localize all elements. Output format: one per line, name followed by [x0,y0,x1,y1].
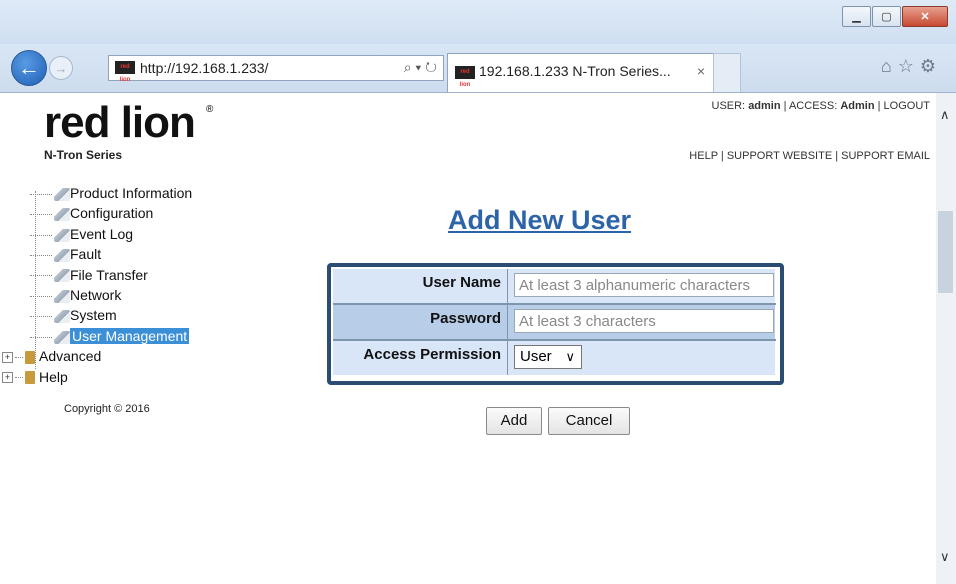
add-button[interactable]: Add [486,407,542,435]
address-bar[interactable]: red lion http://192.168.1.233/ ⌕ ▾ ↻ [108,55,444,83]
nav-item-event-log[interactable]: Event Log [30,224,192,244]
window-controls: ▁ ▢ ✕ [841,6,948,27]
nav-item-label: Advanced [39,348,102,365]
logo-subtitle: N-Tron Series [44,148,123,162]
address-url[interactable]: http://192.168.1.233/ [140,60,268,76]
logout-link[interactable]: LOGOUT [884,100,930,112]
page-icon [54,248,70,262]
chevron-down-icon: ∨ [565,349,575,364]
password-row: Password [333,305,775,339]
separator: | [783,100,787,112]
nav-item-help[interactable]: + Help [2,367,192,387]
nav-item-label: File Transfer [70,266,148,283]
redlion-logo[interactable]: red lion ® N-Tron Series [44,98,234,168]
separator: | [877,100,881,112]
tab-title: 192.168.1.233 N-Tron Series... [479,63,671,79]
copyright: Copyright © 2016 [64,403,150,415]
nav-item-file-transfer[interactable]: File Transfer [30,265,192,285]
separator: | [835,150,839,162]
access-permission-select[interactable]: User ∨ [514,345,582,369]
home-favorites-settings-icons[interactable]: ⌂☆⚙ [881,56,942,77]
separator: | [720,150,724,162]
access-value: Admin [840,100,875,112]
user-label: USER: [711,100,746,112]
add-user-form: User Name Password Access Permission Use… [327,263,784,385]
access-label: ACCESS: [788,100,838,112]
page-icon [54,187,70,201]
search-refresh-icon[interactable]: ⌕ ▾ ↻ [404,59,437,76]
nav-item-label: Event Log [70,225,134,242]
logo-wordmark: red lion [44,98,196,147]
username-row: User Name [333,269,775,303]
support-email-link[interactable]: SUPPORT EMAIL [841,150,930,162]
nav-tree: Product Information Configuration Event … [2,183,192,387]
maximize-button[interactable]: ▢ [872,6,901,27]
username-label: User Name [422,274,501,291]
access-permission-value: User [520,348,552,365]
browser-toolbar: ← → red lion http://192.168.1.233/ ⌕ ▾ ↻… [0,44,956,93]
browser-tab[interactable]: red lion 192.168.1.233 N-Tron Series... … [447,53,714,92]
nav-item-label: Help [39,368,68,385]
user-bar: USER: admin | ACCESS: Admin | LOGOUT [712,100,931,112]
site-favicon-icon: red lion [115,61,135,83]
vertical-scrollbar[interactable]: ∧ ∨ [936,93,956,584]
password-field[interactable] [514,309,774,333]
page-icon [54,269,70,283]
nav-item-fault[interactable]: Fault [30,244,192,264]
username-field[interactable] [514,273,774,297]
nav-item-label: Fault [70,246,102,263]
nav-item-label: Product Information [70,185,193,201]
folder-icon [25,350,35,364]
forward-button[interactable]: → [49,56,73,80]
nav-item-advanced[interactable]: + Advanced [2,346,192,366]
nav-item-product-information[interactable]: Product Information [30,183,192,203]
page-icon [54,330,70,344]
access-permission-label: Access Permission [363,346,501,363]
nav-item-user-management[interactable]: User Management [30,326,192,346]
access-permission-row: Access Permission User ∨ [333,341,775,375]
window-titlebar: ▁ ▢ ✕ [0,0,956,44]
nav-item-label: System [70,307,117,324]
tab-favicon-icon: red lion [455,66,475,88]
new-tab-button[interactable] [713,53,741,92]
nav-item-network[interactable]: Network [30,285,192,305]
help-link[interactable]: HELP [689,150,718,162]
password-label: Password [430,310,501,327]
folder-icon [25,371,35,385]
help-links: HELP | SUPPORT WEBSITE | SUPPORT EMAIL [689,150,930,162]
back-button[interactable]: ← [11,50,47,86]
tab-close-icon[interactable]: × [697,63,705,79]
nav-item-configuration[interactable]: Configuration [30,203,192,223]
expand-icon[interactable]: + [2,372,13,384]
page-icon [54,228,70,242]
nav-item-label: Network [70,286,122,303]
nav-item-system[interactable]: System [30,305,192,325]
nav-item-label: User Management [70,327,190,344]
scrollbar-thumb[interactable] [938,211,953,293]
page-icon [54,310,70,324]
close-window-button[interactable]: ✕ [902,6,948,27]
user-value: admin [748,100,781,112]
minimize-button[interactable]: ▁ [842,6,871,27]
scroll-up-icon[interactable]: ∧ [940,107,950,123]
page-icon [54,208,70,222]
page-title: Add New User [448,205,632,235]
cancel-button[interactable]: Cancel [548,407,630,435]
expand-icon[interactable]: + [2,351,13,363]
support-website-link[interactable]: SUPPORT WEBSITE [727,150,832,162]
scroll-down-icon[interactable]: ∨ [940,549,950,565]
logo-registered-mark: ® [206,104,214,115]
nav-item-label: Configuration [70,205,154,222]
page-icon [54,289,70,303]
page-content: red lion ® N-Tron Series USER: admin | A… [0,93,936,584]
